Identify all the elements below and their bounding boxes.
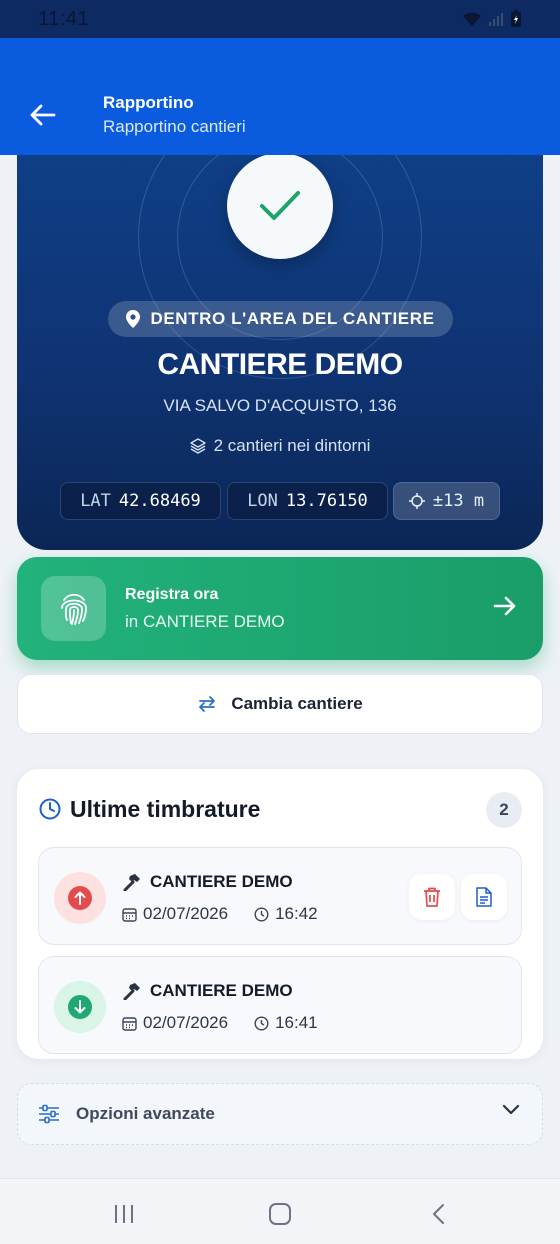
area-status-text: DENTRO L'AREA DEL CANTIERE bbox=[150, 309, 435, 328]
exit-badge bbox=[54, 872, 106, 924]
arrow-right-icon bbox=[493, 596, 516, 616]
entry-date: 02/07/2026 bbox=[143, 1013, 229, 1032]
fingerprint-badge bbox=[41, 576, 106, 641]
hammer-icon bbox=[123, 983, 140, 1000]
advanced-options-label: Opzioni avanzate bbox=[76, 1104, 215, 1123]
clock-small-icon bbox=[254, 1015, 269, 1031]
change-site-button[interactable]: Cambia cantiere bbox=[17, 674, 543, 734]
entry-site-name: CANTIERE DEMO bbox=[122, 872, 293, 892]
entry-report-button[interactable] bbox=[461, 874, 507, 920]
accuracy-value: ±13 m bbox=[432, 491, 485, 511]
lon-value: 13.76150 bbox=[285, 491, 368, 511]
longitude-chip: LON 13.76150 bbox=[227, 482, 388, 520]
recent-title: Ultime timbrature bbox=[70, 796, 261, 822]
status-icons bbox=[462, 10, 522, 28]
location-ok-badge bbox=[227, 155, 333, 259]
status-time: 11:41 bbox=[38, 7, 90, 30]
entry-badge bbox=[54, 981, 106, 1033]
arrow-down-icon bbox=[74, 1000, 86, 1014]
entry-datetime: 02/07/2026 16:41 bbox=[122, 1013, 318, 1033]
arrow-up-icon bbox=[74, 891, 86, 905]
back-button[interactable] bbox=[26, 98, 60, 132]
app-title: Rapportino bbox=[103, 93, 194, 112]
document-icon bbox=[476, 887, 492, 907]
signal-icon bbox=[489, 13, 503, 26]
entry-time: 16:41 bbox=[275, 1013, 318, 1032]
register-title: Registra ora bbox=[125, 586, 219, 603]
area-status-chip: DENTRO L'AREA DEL CANTIERE bbox=[108, 301, 453, 337]
recent-apps-button[interactable] bbox=[109, 1199, 139, 1229]
app-subtitle: Rapportino cantieri bbox=[103, 117, 246, 136]
clock-small-icon bbox=[254, 906, 269, 922]
clock-icon bbox=[39, 798, 61, 820]
site-name: CANTIERE DEMO bbox=[157, 348, 403, 381]
battery-icon bbox=[511, 10, 521, 27]
entry-datetime: 02/07/2026 16:42 bbox=[122, 904, 318, 924]
hammer-icon bbox=[123, 874, 140, 891]
trash-icon bbox=[424, 887, 440, 907]
lon-label: LON bbox=[247, 491, 278, 511]
arrow-left-icon bbox=[30, 104, 56, 126]
layers-icon bbox=[189, 438, 206, 454]
crosshair-icon bbox=[408, 493, 425, 509]
calendar-icon bbox=[122, 907, 137, 922]
punch-entry[interactable]: CANTIERE DEMO 02/07/2026 16:42 bbox=[38, 847, 522, 945]
home-button[interactable] bbox=[265, 1199, 295, 1229]
home-icon bbox=[269, 1203, 291, 1225]
latitude-chip: LAT 42.68469 bbox=[60, 482, 221, 520]
lat-label: LAT bbox=[80, 491, 111, 511]
check-icon bbox=[260, 191, 300, 220]
fingerprint-icon bbox=[60, 593, 87, 625]
advanced-options-toggle[interactable]: Opzioni avanzate bbox=[17, 1083, 543, 1145]
calendar-icon bbox=[122, 1016, 137, 1031]
entry-time: 16:42 bbox=[275, 904, 318, 923]
recent-punches-card: Ultime timbrature 2 CANTIERE DEMO 02/07/… bbox=[17, 769, 543, 1059]
chevron-left-icon bbox=[433, 1204, 444, 1224]
chevron-down-icon bbox=[502, 1104, 520, 1115]
lat-value: 42.68469 bbox=[118, 491, 201, 511]
entry-site-name: CANTIERE DEMO bbox=[122, 981, 293, 1001]
app-bar: Rapportino Rapportino cantieri bbox=[0, 38, 560, 155]
wifi-icon bbox=[463, 12, 481, 26]
recent-apps-icon bbox=[115, 1205, 133, 1223]
accuracy-chip: ±13 m bbox=[393, 482, 500, 520]
register-now-button[interactable]: Registra ora in CANTIERE DEMO bbox=[17, 557, 543, 660]
location-hero-card: DENTRO L'AREA DEL CANTIERE CANTIERE DEMO… bbox=[17, 155, 543, 550]
swap-icon bbox=[199, 696, 216, 712]
change-site-label: Cambia cantiere bbox=[231, 694, 363, 713]
system-nav-bar bbox=[0, 1178, 560, 1244]
nearby-sites[interactable]: 2 cantieri nei dintorni bbox=[17, 436, 543, 456]
entry-date: 02/07/2026 bbox=[143, 904, 229, 923]
site-address: VIA SALVO D'ACQUISTO, 136 bbox=[163, 396, 397, 415]
recent-count-badge: 2 bbox=[486, 792, 522, 828]
nearby-text: 2 cantieri nei dintorni bbox=[213, 436, 371, 455]
sliders-icon bbox=[39, 1104, 59, 1124]
location-pin-icon bbox=[126, 310, 141, 328]
delete-entry-button[interactable] bbox=[409, 874, 455, 920]
register-subtitle: in CANTIERE DEMO bbox=[125, 612, 285, 631]
status-bar: 11:41 bbox=[0, 0, 560, 38]
system-back-button[interactable] bbox=[423, 1199, 453, 1229]
punch-entry[interactable]: CANTIERE DEMO 02/07/2026 16:41 bbox=[38, 956, 522, 1054]
